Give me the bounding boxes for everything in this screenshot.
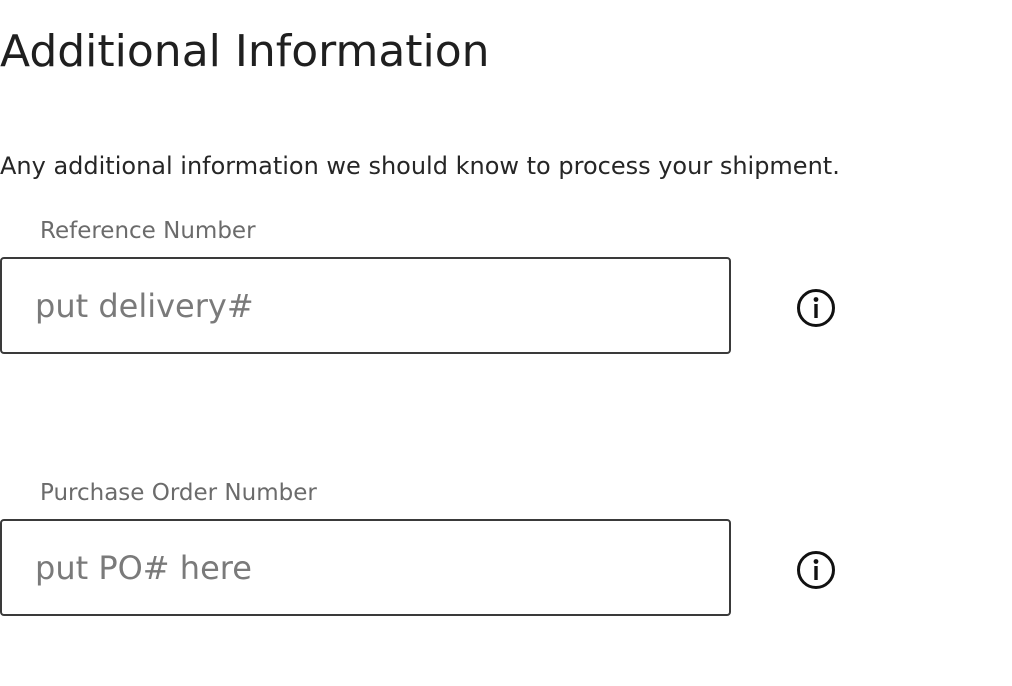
info-icon[interactable]: [795, 549, 837, 591]
info-icon[interactable]: [795, 287, 837, 329]
section-description: Any additional information we should kno…: [0, 152, 840, 180]
reference-number-input[interactable]: [0, 257, 731, 354]
additional-information-section: Additional Information Any additional in…: [0, 0, 1012, 686]
section-title: Additional Information: [0, 26, 490, 77]
purchase-order-number-input[interactable]: [0, 519, 731, 616]
reference-number-label: Reference Number: [40, 218, 256, 244]
purchase-order-number-label: Purchase Order Number: [40, 480, 317, 506]
